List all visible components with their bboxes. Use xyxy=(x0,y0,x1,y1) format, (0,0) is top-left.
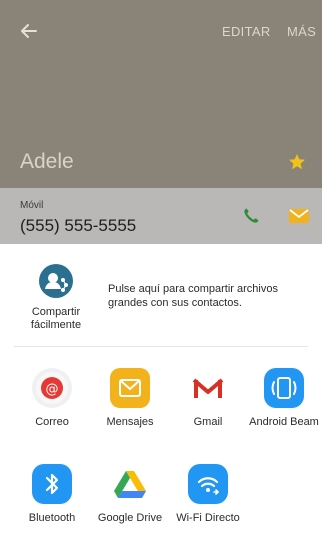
share-app-label: Android Beam xyxy=(249,416,319,428)
messages-icon[interactable] xyxy=(110,368,150,408)
svg-text:@: @ xyxy=(46,382,59,397)
share-app-label: Gmail xyxy=(193,416,223,428)
share-app-label: Mensajes xyxy=(106,416,154,428)
share-app-label: Correo xyxy=(35,416,69,428)
back-arrow-icon[interactable] xyxy=(20,22,38,40)
phone-row[interactable]: Móvil (555) 555-5555 xyxy=(0,188,322,244)
more-button[interactable]: MÁS xyxy=(287,24,316,39)
contact-name: Adele xyxy=(20,150,74,173)
wifi-direct-icon[interactable] xyxy=(188,464,228,504)
quick-share-description[interactable]: Pulse aquí para compartir archivos grand… xyxy=(108,282,304,310)
email-icon[interactable]: @ xyxy=(32,368,72,408)
share-app-label: Wi-Fi Directo xyxy=(176,512,240,524)
share-app-android-beam[interactable]: Android Beam xyxy=(246,368,322,429)
star-icon[interactable] xyxy=(288,153,306,171)
message-icon[interactable] xyxy=(288,208,310,224)
share-app-wifi-direct[interactable]: Wi-Fi Directo xyxy=(170,464,246,525)
share-app-label: Bluetooth xyxy=(28,512,76,524)
share-app-label: Google Drive xyxy=(97,512,163,524)
quick-share-label[interactable]: Compartir fácilmente xyxy=(22,306,90,332)
android-beam-icon[interactable] xyxy=(264,368,304,408)
google-drive-icon[interactable] xyxy=(110,464,150,504)
phone-number[interactable]: (555) 555-5555 xyxy=(20,216,136,236)
share-app-gmail[interactable]: Gmail xyxy=(170,368,246,429)
quick-share-icon[interactable] xyxy=(39,264,73,298)
share-app-correo[interactable]: @ Correo xyxy=(14,368,90,429)
gmail-icon[interactable] xyxy=(188,368,228,408)
divider xyxy=(14,346,308,347)
phone-label: Móvil xyxy=(20,200,44,211)
call-icon[interactable] xyxy=(241,206,261,226)
share-app-bluetooth[interactable]: Bluetooth xyxy=(14,464,90,525)
edit-button[interactable]: EDITAR xyxy=(222,24,271,39)
share-app-google-drive[interactable]: Google Drive xyxy=(92,464,168,525)
bluetooth-icon[interactable] xyxy=(32,464,72,504)
share-app-mensajes[interactable]: Mensajes xyxy=(92,368,168,429)
